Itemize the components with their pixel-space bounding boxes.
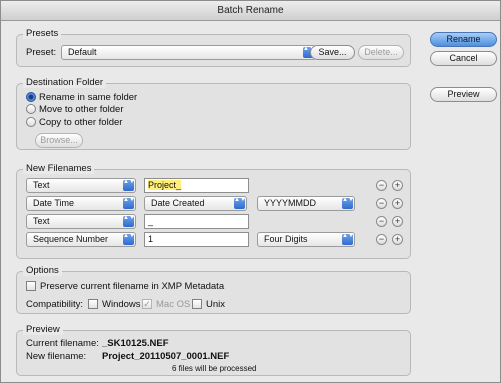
destination-group-label: Destination Folder (23, 77, 107, 88)
popup-arrows-icon: ▲▼ (123, 215, 135, 227)
filename-row-1-type-value: Text (33, 180, 50, 190)
preset-select[interactable]: Default ▲▼ (61, 45, 316, 60)
compat-windows-checkbox[interactable] (88, 299, 98, 309)
presets-group-label: Presets (23, 28, 62, 39)
preset-select-value: Default (68, 47, 97, 57)
new-filename-value: Project_20110507_0001.NEF (102, 351, 230, 362)
filename-row-4-format-select[interactable]: Four Digits ▲▼ (257, 232, 355, 247)
filename-row-4-remove-button[interactable]: − (376, 234, 387, 245)
compat-macos-checkbox[interactable]: ✓ (142, 299, 152, 309)
popup-arrows-icon: ▲▼ (123, 179, 135, 191)
browse-button[interactable]: Browse... (35, 133, 83, 148)
compat-unix-checkbox[interactable] (192, 299, 202, 309)
rename-same-folder-radio[interactable] (26, 92, 36, 102)
popup-arrows-icon: ▲▼ (342, 197, 354, 209)
move-folder-label: Move to other folder (39, 104, 124, 115)
preset-label: Preset: (26, 47, 57, 58)
destination-folder-group: Destination Folder Rename in same folder… (16, 77, 411, 150)
compat-unix-label: Unix (206, 299, 226, 310)
filename-row-1-add-button[interactable]: + (392, 180, 403, 191)
filename-row-3-remove-button[interactable]: − (376, 216, 387, 227)
filename-row-3-text-value: _ (148, 216, 154, 226)
popup-arrows-icon: ▲▼ (342, 233, 354, 245)
popup-arrows-icon: ▲▼ (123, 197, 135, 209)
files-processed-note: 6 files will be processed (172, 364, 257, 373)
copy-folder-label: Copy to other folder (39, 117, 123, 128)
filename-row-2-type-value: Date Time (33, 198, 75, 208)
filename-row-4-format-value: Four Digits (264, 234, 308, 244)
compatibility-label: Compatibility: (26, 299, 84, 310)
move-folder-radio[interactable] (26, 104, 36, 114)
filename-row-1-text-value: Project_ (148, 180, 182, 190)
filename-row-3-add-button[interactable]: + (392, 216, 403, 227)
filename-row-4-number-value: 1 (148, 234, 154, 244)
filename-row-1-type-select[interactable]: Text ▲▼ (26, 178, 136, 193)
filename-row-3-text-input[interactable]: _ (144, 214, 249, 229)
popup-arrows-icon: ▲▼ (123, 233, 135, 245)
copy-folder-radio[interactable] (26, 117, 36, 127)
presets-group: Presets Preset: Default ▲▼ Save... Delet… (16, 28, 411, 67)
filename-row-2-option-select[interactable]: Date Created ▲▼ (144, 196, 247, 211)
batch-rename-dialog: Batch Rename Rename Cancel Preview Prese… (0, 0, 501, 383)
current-filename-value: _SK10125.NEF (102, 338, 169, 349)
filename-row-1-text-input[interactable]: Project_ (144, 178, 249, 193)
preview-button[interactable]: Preview (430, 87, 497, 102)
cancel-button[interactable]: Cancel (430, 51, 497, 66)
compat-windows-label: Windows (102, 299, 141, 310)
filename-row-4-add-button[interactable]: + (392, 234, 403, 245)
filename-row-2-add-button[interactable]: + (392, 198, 403, 209)
filename-row-2-format-select[interactable]: YYYYMMDD ▲▼ (257, 196, 355, 211)
filename-row-4-type-value: Sequence Number (33, 234, 109, 244)
current-filename-label: Current filename: (26, 338, 99, 349)
popup-arrows-icon: ▲▼ (234, 197, 246, 209)
preserve-filename-label: Preserve current filename in XMP Metadat… (40, 281, 225, 292)
filename-row-3-type-value: Text (33, 216, 50, 226)
rename-button[interactable]: Rename (430, 32, 497, 47)
preview-group-label: Preview (23, 324, 63, 335)
new-filenames-group: New Filenames Text ▲▼ Project_ − + Date … (16, 163, 411, 259)
save-preset-button[interactable]: Save... (310, 45, 355, 60)
filename-row-1-remove-button[interactable]: − (376, 180, 387, 191)
preview-group: Preview Current filename: _SK10125.NEF N… (16, 324, 411, 376)
rename-same-folder-label: Rename in same folder (39, 92, 138, 103)
filename-row-2-remove-button[interactable]: − (376, 198, 387, 209)
delete-preset-button[interactable]: Delete... (358, 45, 404, 60)
filename-row-4-number-input[interactable]: 1 (144, 232, 249, 247)
filename-row-4-type-select[interactable]: Sequence Number ▲▼ (26, 232, 136, 247)
window-title: Batch Rename (1, 1, 500, 21)
new-filename-label: New filename: (26, 351, 87, 362)
filename-row-3-type-select[interactable]: Text ▲▼ (26, 214, 136, 229)
filename-row-2-format-value: YYYYMMDD (264, 198, 317, 208)
filename-row-2-type-select[interactable]: Date Time ▲▼ (26, 196, 136, 211)
new-filenames-group-label: New Filenames (23, 163, 95, 174)
preserve-filename-checkbox[interactable] (26, 281, 36, 291)
filename-row-2-option-value: Date Created (151, 198, 205, 208)
options-group-label: Options (23, 265, 62, 276)
options-group: Options Preserve current filename in XMP… (16, 265, 411, 314)
compat-macos-label: Mac OS (156, 299, 191, 310)
